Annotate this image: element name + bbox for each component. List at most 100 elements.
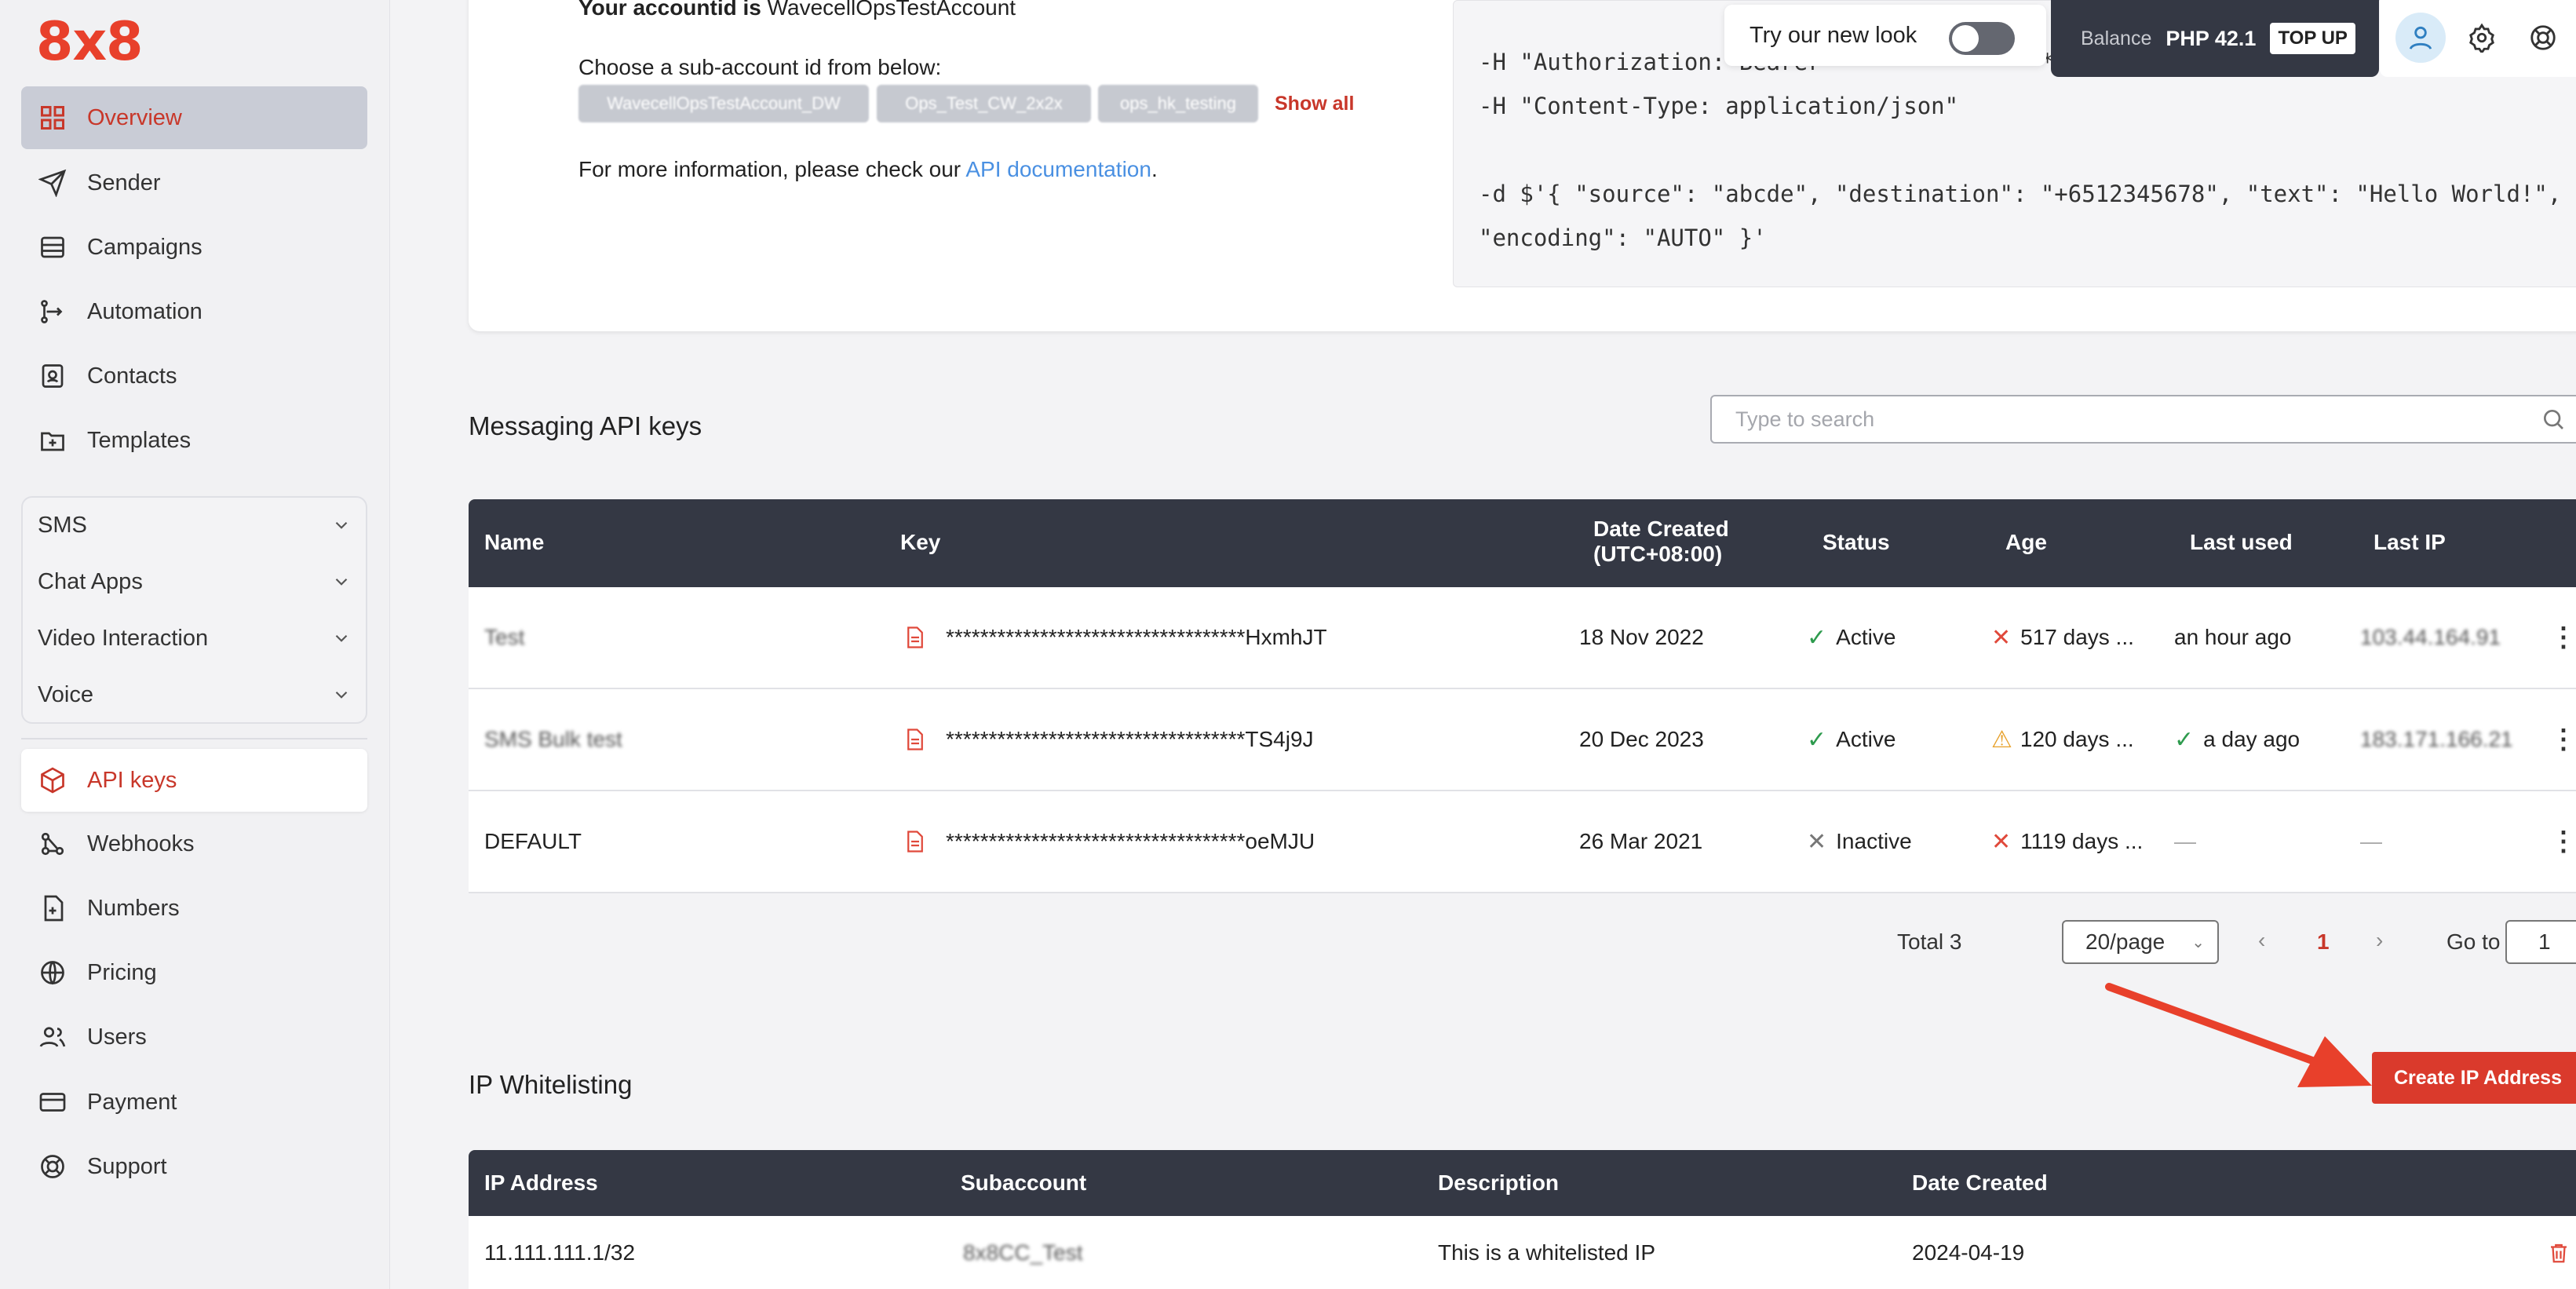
subaccount-chip[interactable]: WavecellOpsTestAccount_DW: [578, 85, 869, 122]
status-label: Active: [1836, 625, 1896, 649]
api-keys-search-input[interactable]: [1710, 395, 2576, 444]
copy-key-button[interactable]: [905, 587, 925, 688]
table-row[interactable]: 11.111.111.1/32 8x8CC_Test This is a whi…: [469, 1216, 2576, 1289]
column-header-last-ip[interactable]: Last IP: [2373, 529, 2446, 556]
sidebar-item-webhooks[interactable]: Webhooks: [21, 812, 367, 875]
last-used-label: a day ago: [2203, 727, 2301, 751]
sidebar-item-support[interactable]: Support: [21, 1135, 367, 1198]
sidebar-item-label: Sender: [87, 170, 161, 195]
column-header-subaccount[interactable]: Subaccount: [961, 1170, 1086, 1196]
sidebar-group-label: Video Interaction: [38, 625, 209, 651]
sidebar-item-automation[interactable]: Automation: [21, 280, 367, 343]
subaccount-chip[interactable]: Ops_Test_CW_2x2x: [877, 85, 1091, 122]
header-icon-bar: [2380, 0, 2576, 77]
create-ip-address-button[interactable]: Create IP Address: [2372, 1052, 2576, 1104]
sidebar-group-video-interaction[interactable]: Video Interaction: [38, 615, 352, 662]
doc-plus-icon: [37, 893, 68, 924]
page-size-select[interactable]: 20/page ⌄: [2062, 920, 2219, 964]
api-key-age: ✕ 1119 days ...: [1991, 791, 2143, 892]
column-header-date-created[interactable]: Date Created (UTC+08:00): [1593, 517, 1729, 567]
sidebar-group-voice[interactable]: Voice: [38, 671, 352, 718]
new-look-toggle[interactable]: [1949, 22, 2015, 55]
new-look-toggle-panel: Try our new look: [1724, 5, 2046, 66]
check-icon: ✓: [1807, 726, 1827, 753]
profile-button[interactable]: [2395, 13, 2446, 63]
check-icon: ✓: [2174, 726, 2195, 753]
api-documentation-link[interactable]: API documentation: [965, 157, 1151, 181]
copy-key-button[interactable]: [905, 791, 925, 892]
document-icon: [907, 831, 923, 853]
column-header-description[interactable]: Description: [1438, 1170, 1559, 1196]
column-header-name[interactable]: Name: [484, 529, 544, 556]
api-key-last-used: —: [2174, 829, 2196, 853]
delete-ip-button[interactable]: [2547, 1216, 2571, 1289]
help-button[interactable]: [2518, 13, 2568, 63]
table-row[interactable]: DEFAULT ********************************…: [469, 791, 2576, 893]
stack-icon: [37, 232, 68, 263]
column-header-age[interactable]: Age: [2005, 529, 2047, 556]
row-menu-button[interactable]: ⋮: [2550, 587, 2576, 688]
column-header-last-used[interactable]: Last used: [2190, 529, 2293, 556]
goto-page-input[interactable]: [2505, 920, 2576, 964]
api-key-last-ip: 183.171.166.21: [2360, 727, 2513, 751]
page-number-current[interactable]: 1: [2317, 929, 2330, 955]
table-row[interactable]: SMS Bulk test **************************…: [469, 689, 2576, 791]
page-size-value: 20/page: [2085, 929, 2166, 954]
row-menu-button[interactable]: ⋮: [2550, 791, 2576, 892]
row-menu-button[interactable]: ⋮: [2550, 689, 2576, 790]
sidebar-item-label: Contacts: [87, 363, 177, 389]
age-label: 517 days ...: [2020, 625, 2134, 649]
balance-panel: Balance PHP 42.1 TOP UP: [2051, 0, 2379, 77]
balance-amount: PHP 42.1: [2166, 26, 2257, 50]
sidebar-item-numbers[interactable]: Numbers: [21, 877, 367, 940]
subaccount-chip[interactable]: ops_hk_testing: [1098, 85, 1258, 122]
sidebar-item-label: Automation: [87, 298, 203, 324]
sidebar-item-label: API keys: [87, 767, 177, 793]
main-content: Your accountid is WavecellOpsTestAccount…: [390, 0, 2576, 1289]
api-key-age: ⚠ 120 days ...: [1991, 689, 2134, 790]
sidebar-item-payment[interactable]: Payment: [21, 1071, 367, 1134]
table-row[interactable]: Test ***********************************…: [469, 587, 2576, 689]
sidebar-item-templates[interactable]: Templates: [21, 409, 367, 472]
age-label: 120 days ...: [2020, 727, 2134, 751]
sidebar-item-contacts[interactable]: Contacts: [21, 345, 367, 407]
sidebar-item-label: Payment: [87, 1089, 177, 1115]
top-up-button[interactable]: TOP UP: [2270, 23, 2355, 54]
show-all-link[interactable]: Show all: [1275, 93, 1354, 115]
sidebar-item-pricing[interactable]: Pricing: [21, 941, 367, 1004]
sidebar-group-chat-apps[interactable]: Chat Apps: [38, 558, 352, 605]
api-key-last-ip: —: [2360, 829, 2382, 853]
column-header-status[interactable]: Status: [1823, 529, 1890, 556]
ip-table-header: IP Address Subaccount Description Date C…: [469, 1150, 2576, 1216]
api-key-value: ***********************************HxmhJ…: [946, 625, 1327, 649]
api-key-status: ✓ Active: [1807, 689, 1896, 790]
trash-icon: [2551, 1243, 2567, 1262]
next-page-button[interactable]: ›: [2376, 928, 2383, 953]
brand-logo[interactable]: 8x8: [36, 11, 143, 73]
check-icon: ✓: [1807, 624, 1827, 651]
search-icon[interactable]: [2541, 407, 2566, 432]
code-line: -H "Content-Type: application/json": [1479, 93, 1959, 119]
code-line: "encoding": "AUTO" }': [1479, 225, 1767, 251]
settings-button[interactable]: [2457, 13, 2507, 63]
copy-key-button[interactable]: [905, 689, 925, 790]
sidebar-item-label: Overview: [87, 104, 182, 130]
sidebar-item-label: Numbers: [87, 895, 180, 921]
chevron-down-icon: [335, 691, 348, 699]
sidebar-item-api-keys[interactable]: API keys: [21, 749, 367, 812]
sidebar-item-campaigns[interactable]: Campaigns: [21, 216, 367, 279]
sidebar-item-overview[interactable]: Overview: [21, 86, 367, 149]
sidebar-item-sender[interactable]: Sender: [21, 152, 367, 214]
column-header-date-created[interactable]: Date Created: [1912, 1170, 2048, 1196]
sidebar-group-sms[interactable]: SMS: [38, 502, 352, 549]
column-header-key[interactable]: Key: [900, 529, 940, 556]
sidebar-item-users[interactable]: Users: [21, 1006, 367, 1068]
cross-icon: ✕: [1991, 828, 2012, 855]
prev-page-button[interactable]: ‹: [2258, 928, 2265, 953]
api-key-name: DEFAULT: [484, 829, 582, 853]
gear-icon: [2469, 23, 2494, 53]
sidebar-group-label: SMS: [38, 512, 87, 538]
account-id-line: Your accountid is WavecellOpsTestAccount: [578, 0, 1016, 20]
column-header-ip-address[interactable]: IP Address: [484, 1170, 598, 1196]
sidebar-item-label: Templates: [87, 427, 192, 453]
